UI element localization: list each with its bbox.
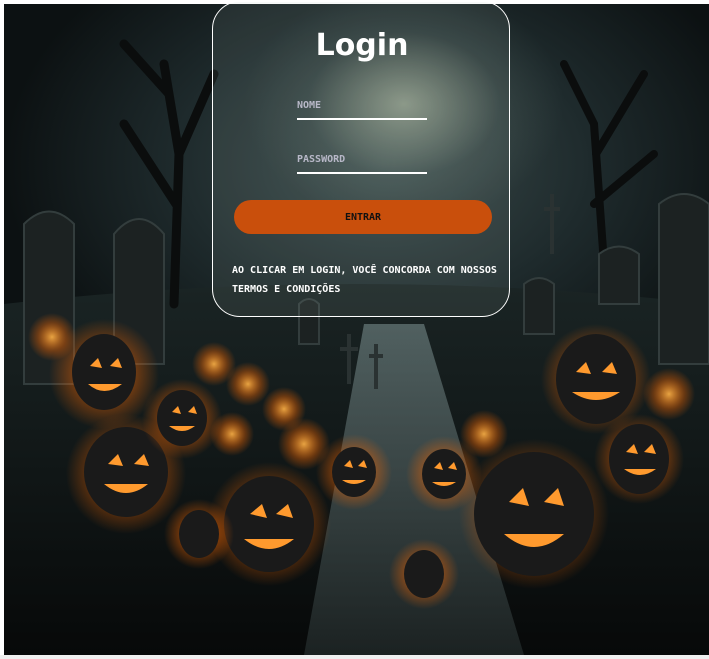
page-bottom-edge: [0, 655, 709, 659]
password-input[interactable]: [297, 146, 427, 172]
terms-text: AO CLICAR EM LOGIN, VOCÊ CONCORDA COM NO…: [232, 265, 497, 295]
password-field: [297, 146, 427, 174]
name-input[interactable]: [297, 92, 427, 118]
login-card: Login ENTRAR AO CLICAR EM LOGIN, VOCÊ CO…: [212, 1, 510, 317]
login-title: Login: [315, 28, 409, 63]
name-field: [297, 92, 427, 120]
enter-button[interactable]: ENTRAR: [234, 200, 492, 234]
